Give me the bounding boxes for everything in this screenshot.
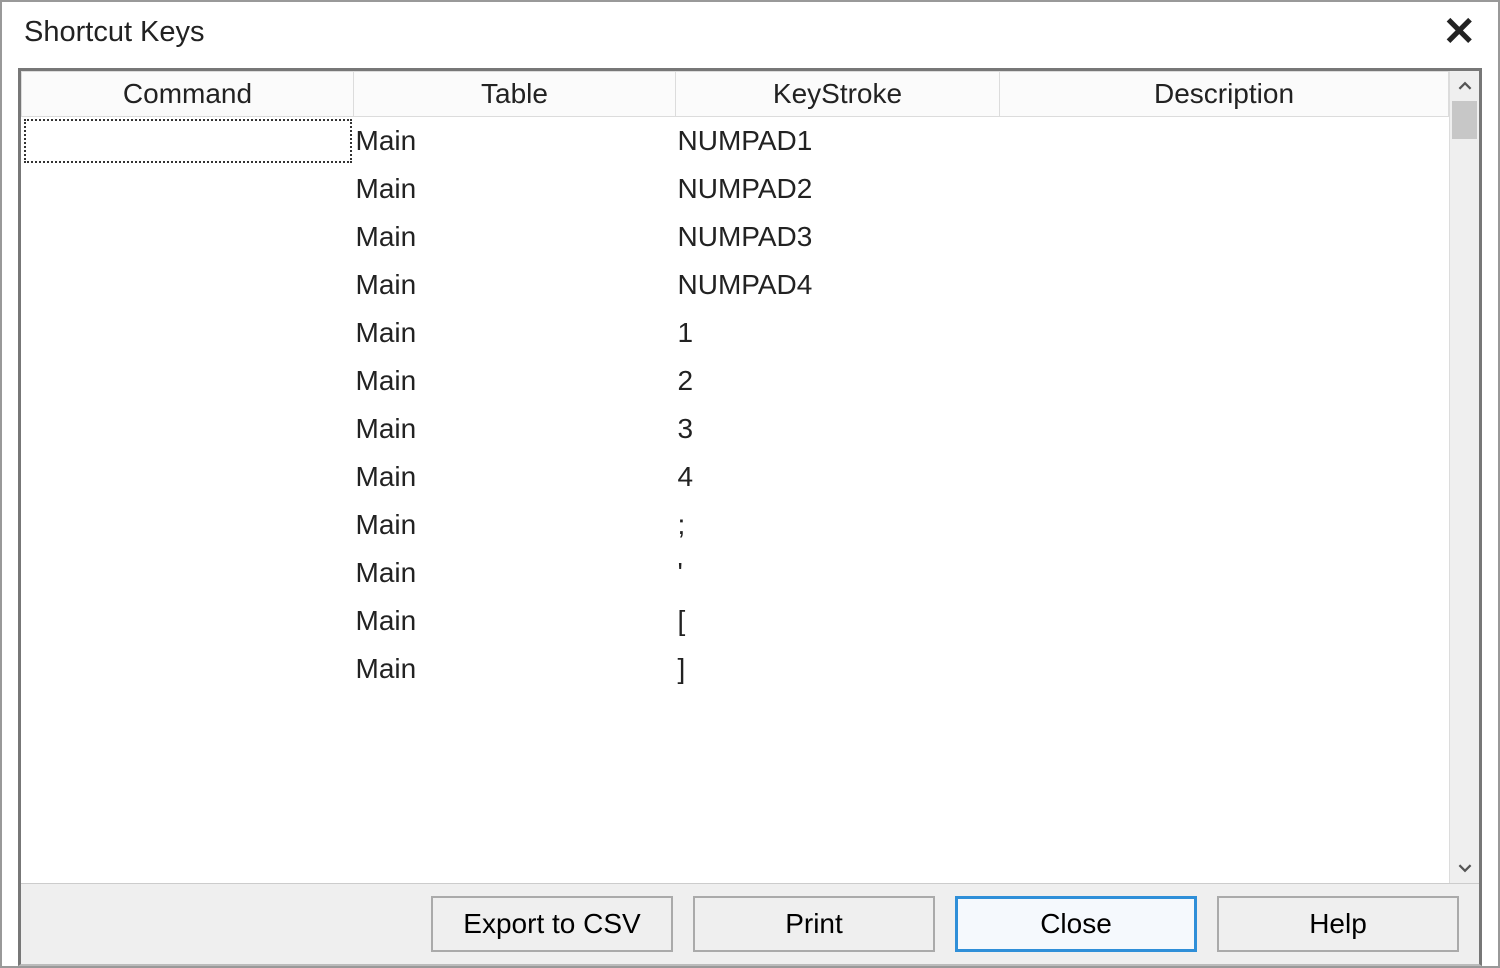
table-row[interactable]: Main2 <box>22 357 1449 405</box>
cell-description[interactable] <box>1000 261 1449 309</box>
cell-keystroke[interactable]: 2 <box>676 357 1000 405</box>
table-body: MainNUMPAD1MainNUMPAD2MainNUMPAD3MainNUM… <box>22 117 1449 694</box>
chevron-up-icon <box>1458 79 1472 93</box>
close-icon[interactable]: ✕ <box>1438 12 1480 52</box>
cell-command[interactable] <box>22 309 354 357</box>
cell-description[interactable] <box>1000 405 1449 453</box>
cell-command[interactable] <box>22 117 354 166</box>
shortcut-table: Command Table KeyStroke Description Main… <box>21 71 1449 693</box>
table-row[interactable]: MainNUMPAD2 <box>22 165 1449 213</box>
cell-description[interactable] <box>1000 645 1449 693</box>
cell-keystroke[interactable]: NUMPAD1 <box>676 117 1000 166</box>
table-wrap: Command Table KeyStroke Description Main… <box>21 71 1479 883</box>
cell-keystroke[interactable]: ] <box>676 645 1000 693</box>
cell-keystroke[interactable]: NUMPAD2 <box>676 165 1000 213</box>
cell-description[interactable] <box>1000 117 1449 166</box>
cell-command[interactable] <box>22 213 354 261</box>
table-row[interactable]: Main4 <box>22 453 1449 501</box>
cell-description[interactable] <box>1000 453 1449 501</box>
table-row[interactable]: MainNUMPAD3 <box>22 213 1449 261</box>
table-scroll-region[interactable]: Command Table KeyStroke Description Main… <box>21 71 1449 883</box>
col-header-keystroke[interactable]: KeyStroke <box>676 72 1000 117</box>
cell-command[interactable] <box>22 405 354 453</box>
cell-command[interactable] <box>22 165 354 213</box>
cell-table[interactable]: Main <box>354 117 676 166</box>
cell-description[interactable] <box>1000 549 1449 597</box>
cell-keystroke[interactable]: 4 <box>676 453 1000 501</box>
cell-command[interactable] <box>22 261 354 309</box>
table-row[interactable]: Main[ <box>22 597 1449 645</box>
cell-keystroke[interactable]: [ <box>676 597 1000 645</box>
scroll-thumb[interactable] <box>1452 101 1477 139</box>
cell-description[interactable] <box>1000 597 1449 645</box>
cell-table[interactable]: Main <box>354 453 676 501</box>
cell-keystroke[interactable]: 3 <box>676 405 1000 453</box>
help-button[interactable]: Help <box>1217 896 1459 952</box>
cell-keystroke[interactable]: ' <box>676 549 1000 597</box>
table-header-row: Command Table KeyStroke Description <box>22 72 1449 117</box>
cell-command[interactable] <box>22 549 354 597</box>
chevron-down-icon <box>1458 861 1472 875</box>
cell-command[interactable] <box>22 597 354 645</box>
cell-table[interactable]: Main <box>354 405 676 453</box>
scroll-track[interactable] <box>1450 101 1479 853</box>
cell-command[interactable] <box>22 645 354 693</box>
col-header-description[interactable]: Description <box>1000 72 1449 117</box>
table-row[interactable]: Main1 <box>22 309 1449 357</box>
shortcut-keys-dialog: Shortcut Keys ✕ Command Table <box>0 0 1500 968</box>
col-header-command[interactable]: Command <box>22 72 354 117</box>
print-button[interactable]: Print <box>693 896 935 952</box>
cell-description[interactable] <box>1000 309 1449 357</box>
cell-description[interactable] <box>1000 357 1449 405</box>
cell-keystroke[interactable]: NUMPAD3 <box>676 213 1000 261</box>
cell-table[interactable]: Main <box>354 357 676 405</box>
cell-table[interactable]: Main <box>354 645 676 693</box>
scroll-down-button[interactable] <box>1451 853 1479 883</box>
cell-description[interactable] <box>1000 501 1449 549</box>
cell-command[interactable] <box>22 501 354 549</box>
cell-description[interactable] <box>1000 165 1449 213</box>
button-bar: Export to CSV Print Close Help <box>21 883 1479 964</box>
table-row[interactable]: Main' <box>22 549 1449 597</box>
cell-keystroke[interactable]: ; <box>676 501 1000 549</box>
dialog-title: Shortcut Keys <box>24 16 205 49</box>
table-row[interactable]: Main; <box>22 501 1449 549</box>
table-row[interactable]: MainNUMPAD1 <box>22 117 1449 166</box>
cell-table[interactable]: Main <box>354 165 676 213</box>
content-frame: Command Table KeyStroke Description Main… <box>18 68 1482 966</box>
table-row[interactable]: Main] <box>22 645 1449 693</box>
cell-keystroke[interactable]: NUMPAD4 <box>676 261 1000 309</box>
cell-table[interactable]: Main <box>354 213 676 261</box>
table-row[interactable]: MainNUMPAD4 <box>22 261 1449 309</box>
col-header-table[interactable]: Table <box>354 72 676 117</box>
cell-table[interactable]: Main <box>354 309 676 357</box>
cell-command[interactable] <box>22 453 354 501</box>
cell-command[interactable] <box>22 357 354 405</box>
cell-description[interactable] <box>1000 213 1449 261</box>
cell-table[interactable]: Main <box>354 597 676 645</box>
close-button[interactable]: Close <box>955 896 1197 952</box>
scroll-up-button[interactable] <box>1451 71 1479 101</box>
titlebar: Shortcut Keys ✕ <box>2 2 1498 62</box>
cell-table[interactable]: Main <box>354 501 676 549</box>
cell-table[interactable]: Main <box>354 261 676 309</box>
export-csv-button[interactable]: Export to CSV <box>431 896 673 952</box>
vertical-scrollbar[interactable] <box>1449 71 1479 883</box>
cell-keystroke[interactable]: 1 <box>676 309 1000 357</box>
table-row[interactable]: Main3 <box>22 405 1449 453</box>
cell-table[interactable]: Main <box>354 549 676 597</box>
